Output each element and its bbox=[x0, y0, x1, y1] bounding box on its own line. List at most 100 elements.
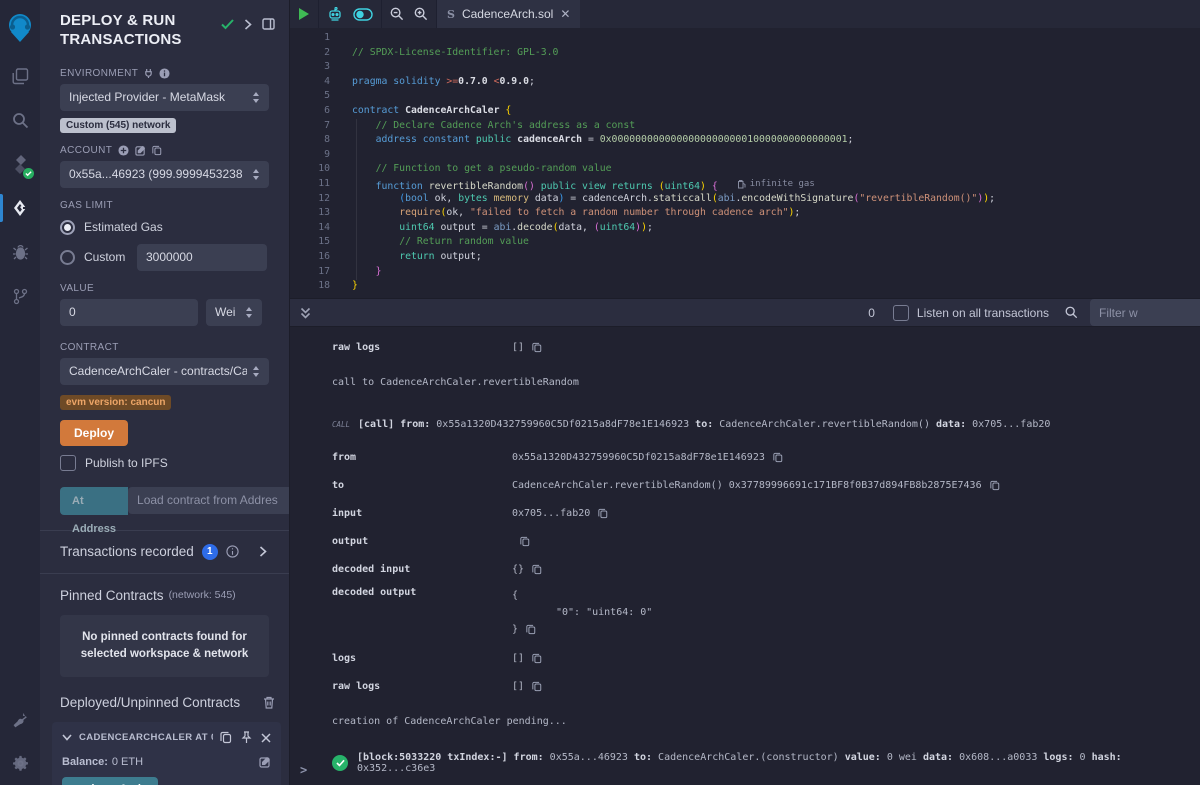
close-contract-icon[interactable] bbox=[261, 733, 271, 743]
terminal-prompt[interactable]: > bbox=[300, 763, 307, 777]
line-number: 9 bbox=[290, 148, 330, 163]
code-line: 17 } bbox=[290, 265, 1200, 280]
copy-icon[interactable] bbox=[532, 653, 542, 664]
line-number: 17 bbox=[290, 265, 330, 280]
deployed-contract-card: CADENCEARCHCALER AT 0X3 Balance: 0 ETH c… bbox=[52, 722, 281, 785]
balance-value: 0 ETH bbox=[112, 756, 143, 768]
icon-sidebar bbox=[0, 0, 40, 785]
code-line: 9 bbox=[290, 148, 1200, 163]
value-label: VALUE bbox=[60, 283, 269, 294]
edit-balance-icon[interactable] bbox=[259, 756, 271, 768]
account-select[interactable]: 0x55a...46923 (999.9999453238 bbox=[60, 161, 269, 188]
code-line: 3 bbox=[290, 60, 1200, 75]
ai-assistant-icon[interactable] bbox=[327, 7, 343, 22]
code-line: 7 // Declare Cadence Arch's address as a… bbox=[290, 119, 1200, 134]
solidity-compiler-icon[interactable] bbox=[0, 142, 40, 186]
transactions-info-icon[interactable] bbox=[226, 545, 239, 558]
terminal-filter-input[interactable] bbox=[1090, 299, 1200, 326]
value-unit-select[interactable]: Wei bbox=[206, 299, 262, 326]
copilot-toggle-icon[interactable] bbox=[353, 8, 373, 21]
copy-icon[interactable] bbox=[526, 624, 536, 635]
panel-layout-icon[interactable] bbox=[262, 18, 275, 30]
pin-icon[interactable] bbox=[241, 731, 252, 744]
search-icon[interactable] bbox=[0, 98, 40, 142]
copy-icon[interactable] bbox=[598, 508, 608, 519]
run-script-icon[interactable] bbox=[298, 7, 310, 21]
environment-select[interactable]: Injected Provider - MetaMask bbox=[60, 84, 269, 111]
copy-address-icon[interactable] bbox=[220, 731, 232, 744]
main-area: S CadenceArch.sol ✕ 12// SPDX-License-Id… bbox=[290, 0, 1200, 785]
terminal-search-icon[interactable] bbox=[1065, 306, 1078, 319]
panel-forward-icon[interactable] bbox=[244, 19, 252, 30]
code-lines: 12// SPDX-License-Identifier: GPL-3.034p… bbox=[290, 31, 1200, 294]
copy-icon[interactable] bbox=[532, 564, 542, 575]
close-tab-icon[interactable]: ✕ bbox=[560, 7, 570, 21]
panel-check-icon bbox=[221, 19, 234, 30]
remix-ide: DEPLOY & RUN TRANSACTIONS ENVIRONMENT In… bbox=[0, 0, 1200, 785]
copy-icon[interactable] bbox=[773, 452, 783, 463]
debugger-icon[interactable] bbox=[0, 230, 40, 274]
terminal[interactable]: raw logs[]call to CadenceArchCaler.rever… bbox=[290, 327, 1200, 785]
balance-label: Balance: bbox=[62, 756, 108, 768]
code-line: 12 (bool ok, bytes memory data) = cadenc… bbox=[290, 192, 1200, 207]
custom-gas-input[interactable] bbox=[137, 244, 267, 271]
info-icon[interactable] bbox=[159, 68, 170, 79]
copy-icon[interactable] bbox=[520, 536, 530, 547]
line-number: 1 bbox=[290, 31, 330, 46]
estimated-gas-radio[interactable] bbox=[60, 220, 75, 235]
line-number: 11 bbox=[290, 177, 330, 192]
copy-icon[interactable] bbox=[532, 681, 542, 692]
collapse-terminal-icon[interactable] bbox=[300, 307, 311, 319]
line-number: 14 bbox=[290, 221, 330, 236]
deployed-contracts-title: Deployed/Unpinned Contracts bbox=[60, 695, 240, 710]
zoom-in-icon[interactable] bbox=[414, 7, 428, 21]
transactions-recorded-label: Transactions recorded bbox=[60, 544, 194, 559]
remix-logo-icon[interactable] bbox=[0, 2, 40, 54]
compile-success-badge bbox=[23, 168, 34, 179]
chevron-down-icon[interactable] bbox=[62, 734, 72, 741]
plugin-manager-icon[interactable] bbox=[0, 697, 40, 741]
listen-all-checkbox[interactable] bbox=[893, 305, 909, 321]
terminal-row: raw logs[] bbox=[290, 333, 1200, 361]
cadencearch-function-button[interactable]: cadenceArch bbox=[62, 777, 158, 785]
tab-label: CadenceArch.sol bbox=[462, 7, 553, 21]
line-number: 12 bbox=[290, 192, 330, 207]
edit-account-icon[interactable] bbox=[135, 145, 146, 156]
line-number: 16 bbox=[290, 250, 330, 265]
transactions-expand-icon[interactable] bbox=[259, 546, 267, 557]
custom-gas-radio[interactable] bbox=[60, 250, 75, 265]
tab-cadencearch-sol[interactable]: S CadenceArch.sol ✕ bbox=[437, 0, 580, 28]
value-input[interactable] bbox=[60, 299, 198, 326]
copy-icon[interactable] bbox=[990, 480, 1000, 491]
copy-icon[interactable] bbox=[532, 342, 542, 353]
line-number: 3 bbox=[290, 60, 330, 75]
zoom-out-icon[interactable] bbox=[390, 7, 404, 21]
line-number: 2 bbox=[290, 46, 330, 61]
environment-label: ENVIRONMENT bbox=[60, 68, 269, 79]
code-editor[interactable]: 12// SPDX-License-Identifier: GPL-3.034p… bbox=[290, 28, 1200, 298]
terminal-row: [block:5033220 txIndex:-] from: 0x55a...… bbox=[290, 752, 1200, 774]
copy-account-icon[interactable] bbox=[152, 145, 162, 156]
at-address-input[interactable] bbox=[128, 487, 290, 514]
editor-tabbar: S CadenceArch.sol ✕ bbox=[290, 0, 1200, 28]
plug-icon[interactable] bbox=[144, 68, 153, 78]
deploy-run-icon[interactable] bbox=[0, 186, 40, 230]
publish-ipfs-checkbox[interactable] bbox=[60, 455, 76, 471]
file-explorer-icon[interactable] bbox=[0, 54, 40, 98]
trash-icon[interactable] bbox=[263, 696, 275, 709]
terminal-row: toCadenceArchCaler.revertibleRandom() 0x… bbox=[290, 471, 1200, 499]
line-number: 15 bbox=[290, 235, 330, 250]
deploy-button[interactable]: Deploy bbox=[60, 420, 128, 446]
terminal-row: decoded output{"0": "uint64: 0"} bbox=[290, 585, 1200, 638]
at-address-button[interactable]: At Address bbox=[60, 487, 128, 515]
contract-select[interactable]: CadenceArchCaler - contracts/Cac bbox=[60, 358, 269, 385]
deploy-run-panel: DEPLOY & RUN TRANSACTIONS ENVIRONMENT In… bbox=[40, 0, 290, 785]
evm-version-badge: evm version: cancun bbox=[60, 395, 171, 410]
custom-gas-label: Custom bbox=[84, 250, 128, 264]
pinned-contracts-title: Pinned Contracts(network: 545) bbox=[40, 574, 289, 603]
settings-gear-icon[interactable] bbox=[0, 741, 40, 785]
git-icon[interactable] bbox=[0, 274, 40, 318]
code-line: 15 // Return random value bbox=[290, 235, 1200, 250]
add-account-icon[interactable] bbox=[118, 145, 129, 156]
line-number: 4 bbox=[290, 75, 330, 90]
